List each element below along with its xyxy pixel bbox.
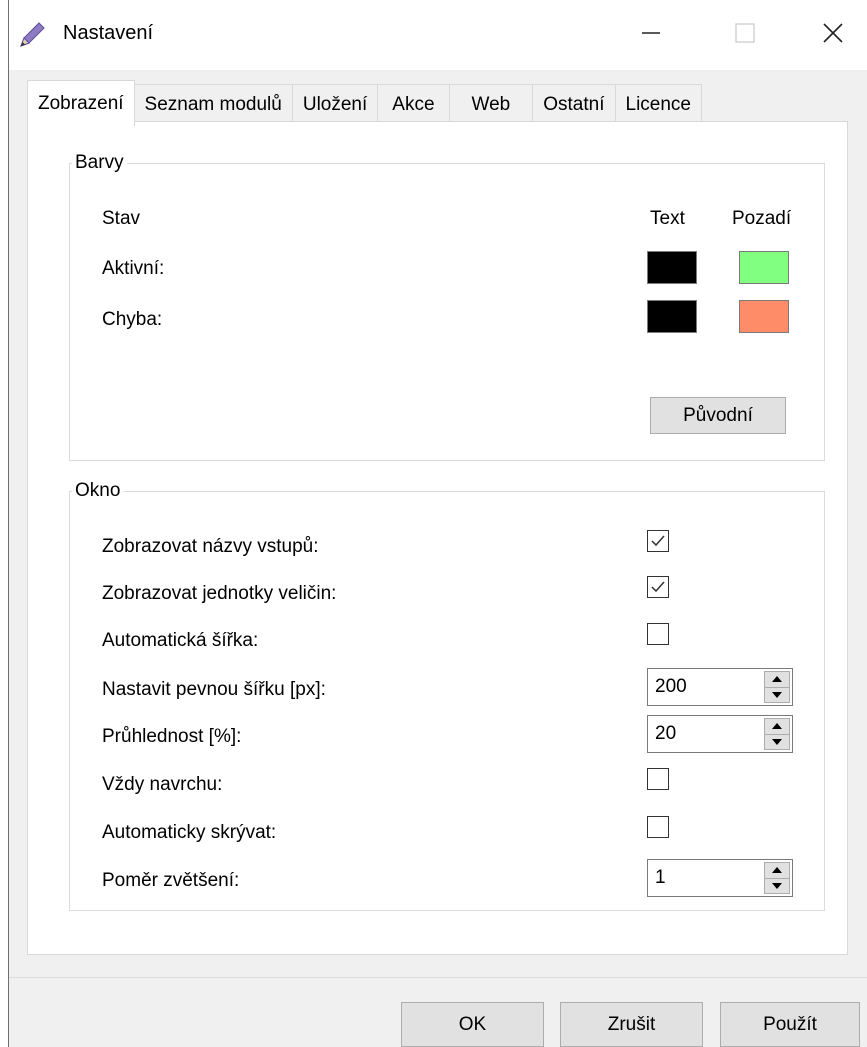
fixed-width-spinner[interactable]: 200 [647,668,793,706]
arrow-up-icon [772,676,782,683]
text-column-header: Text [650,208,685,229]
apply-button[interactable]: Použít [720,1002,860,1047]
arrow-down-icon [772,738,782,745]
auto-width-label: Automatická šířka: [102,630,259,651]
colors-group-legend: Barvy [72,152,127,174]
error-row-label: Chyba: [102,309,163,330]
close-button[interactable] [801,0,865,66]
window-title: Nastavení [63,22,154,44]
transparency-value[interactable]: 20 [655,723,676,745]
cancel-button[interactable]: Zrušit [560,1002,703,1047]
spin-up-button[interactable] [764,671,790,688]
maximize-button[interactable] [713,0,777,66]
window-group: Okno Zobrazovat názvy vstupů: Zobrazovat… [69,480,825,911]
tab-panel-zobrazeni: Barvy Stav Text Pozadí Aktivní: Chyba: P… [27,121,848,955]
tab-strip: Zobrazení Seznam modulů Uložení Akce Web… [27,80,702,126]
show-input-names-label: Zobrazovat názvy vstupů: [102,536,319,557]
tab-ostatni[interactable]: Ostatní [533,84,616,124]
spin-down-button[interactable] [764,878,790,894]
tab-ulozeni[interactable]: Uložení [292,84,379,124]
close-icon [823,23,843,43]
tab-seznam-modulu[interactable]: Seznam modulů [134,84,293,124]
maximize-icon [735,23,755,43]
active-row-label: Aktivní: [102,258,165,279]
show-units-checkbox[interactable] [647,576,669,598]
auto-hide-checkbox[interactable] [647,816,669,838]
always-on-top-checkbox[interactable] [647,768,669,790]
show-units-label: Zobrazovat jednotky veličin: [102,583,337,604]
arrow-down-icon [772,882,782,889]
fixed-width-spin-buttons [764,671,790,703]
checkmark-icon [651,535,665,547]
zoom-ratio-value[interactable]: 1 [655,867,666,889]
reset-colors-button[interactable]: Původní [650,397,786,434]
auto-width-checkbox[interactable] [647,623,669,645]
title-bar[interactable]: Nastavení [9,0,867,70]
show-input-names-checkbox[interactable] [647,530,669,552]
spin-down-button[interactable] [764,687,790,703]
tab-zobrazeni[interactable]: Zobrazení [27,80,135,126]
fixed-width-value[interactable]: 200 [655,676,687,698]
dialog-client-area: Zobrazení Seznam modulů Uložení Akce Web… [9,70,867,1047]
zoom-ratio-spin-buttons [764,862,790,894]
arrow-down-icon [772,691,782,698]
fixed-width-label: Nastavit pevnou šířku [px]: [102,679,326,700]
transparency-label: Průhlednost [%]: [102,726,242,747]
transparency-spinner[interactable]: 20 [647,715,793,753]
spin-up-button[interactable] [764,718,790,735]
tab-licence[interactable]: Licence [615,84,702,124]
arrow-up-icon [772,723,782,730]
always-on-top-label: Vždy navrchu: [102,774,223,795]
footer-separator [9,977,867,978]
ok-button[interactable]: OK [401,1002,544,1047]
auto-hide-label: Automaticky skrývat: [102,822,277,843]
checkmark-icon [651,581,665,593]
error-background-color-swatch[interactable] [739,300,789,333]
tab-akce[interactable]: Akce [378,84,450,124]
pencil-icon [20,22,45,47]
spin-down-button[interactable] [764,734,790,750]
minimize-icon [642,32,660,34]
state-column-header: Stav [102,208,141,229]
window-group-legend: Okno [72,480,124,502]
active-text-color-swatch[interactable] [647,251,697,284]
settings-window: Nastavení Zobrazení Seznam modulů Uložen… [8,0,867,1047]
tab-web[interactable]: Web [449,84,534,124]
arrow-up-icon [772,867,782,874]
error-text-color-swatch[interactable] [647,300,697,333]
zoom-ratio-spinner[interactable]: 1 [647,859,793,897]
background-column-header: Pozadí [732,208,792,229]
colors-group: Barvy Stav Text Pozadí Aktivní: Chyba: P… [69,152,825,461]
active-background-color-swatch[interactable] [739,251,789,284]
spin-up-button[interactable] [764,862,790,879]
zoom-ratio-label: Poměr zvětšení: [102,870,240,891]
minimize-button[interactable] [619,0,683,66]
transparency-spin-buttons [764,718,790,750]
